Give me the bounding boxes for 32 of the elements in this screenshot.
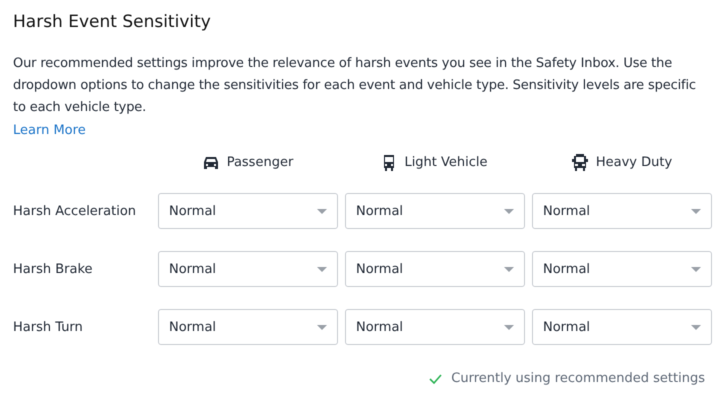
caret-icon <box>691 266 701 272</box>
check-icon <box>429 374 442 384</box>
caret-icon <box>691 324 701 330</box>
status-text: Currently using recommended settings <box>451 371 705 386</box>
caret-icon <box>691 208 701 214</box>
caret-icon <box>504 208 514 214</box>
truck-icon <box>572 154 588 171</box>
sensitivity-dropdown[interactable]: Normal <box>345 309 525 345</box>
row-label: Harsh Acceleration <box>13 204 138 218</box>
column-header: Heavy Duty <box>596 155 672 170</box>
sensitivity-dropdown[interactable]: Normal <box>158 193 338 229</box>
learn-more-link[interactable]: Learn More <box>13 121 86 141</box>
sensitivity-dropdown[interactable]: Normal <box>532 251 712 287</box>
description-text: Our recommended settings improve the relevance of harsh events you see in the Safety Inbox. Use the dropdown options to change the sensitivities for each event and vehicle type. Sensitivity levels are specific to each vehicle type. <box>13 55 697 117</box>
caret-icon <box>317 208 327 214</box>
caret-icon <box>504 266 514 272</box>
row-label: Harsh Brake <box>13 262 94 276</box>
sensitivity-dropdown[interactable]: Normal <box>532 309 712 345</box>
caret-icon <box>317 324 327 330</box>
column-header: Light Vehicle <box>404 155 488 170</box>
sensitivity-dropdown[interactable]: Normal <box>532 193 712 229</box>
van-icon <box>382 154 396 170</box>
row-label: Harsh Turn <box>13 320 84 334</box>
section-title: Harsh Event Sensitivity <box>13 12 211 32</box>
column-header: Passenger <box>226 155 294 170</box>
caret-icon <box>317 266 327 272</box>
caret-icon <box>504 324 514 330</box>
sensitivity-dropdown[interactable]: Normal <box>158 251 338 287</box>
car-icon <box>202 156 219 170</box>
sensitivity-dropdown[interactable]: Normal <box>345 193 525 229</box>
sensitivity-dropdown[interactable]: Normal <box>345 251 525 287</box>
sensitivity-dropdown[interactable]: Normal <box>158 309 338 345</box>
